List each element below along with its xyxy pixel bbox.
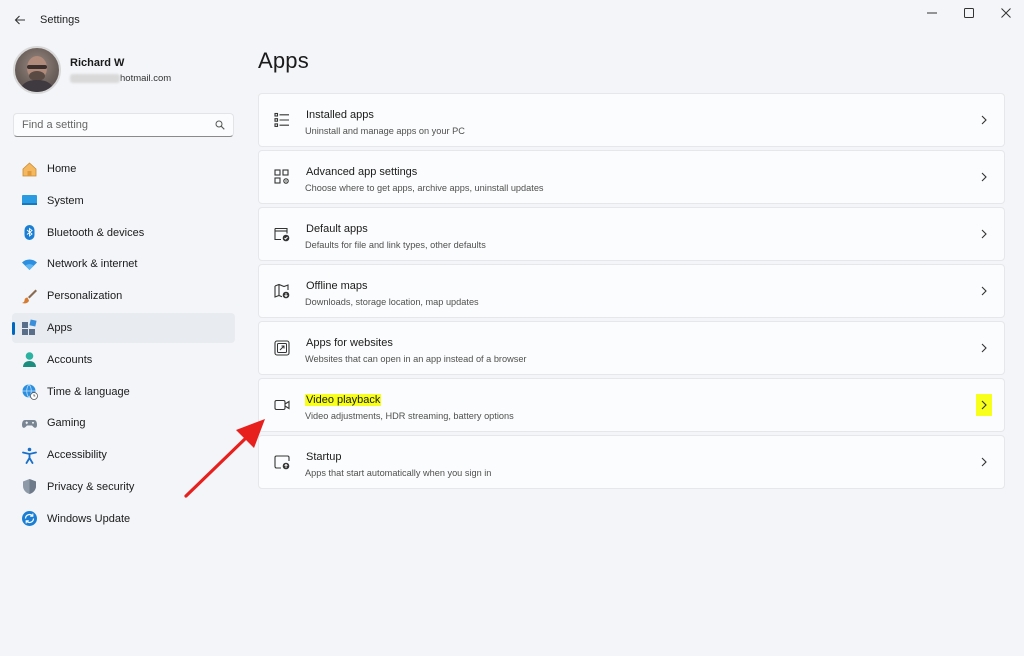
card-title: Video playback: [305, 393, 382, 406]
card-video-playback[interactable]: Video playback Video adjustments, HDR st…: [258, 378, 1005, 432]
sidebar-item-time-language[interactable]: Time & language: [12, 377, 235, 407]
shield-icon: [20, 478, 38, 496]
search-box: [13, 113, 234, 137]
minimize-icon: [926, 12, 937, 14]
card-subtitle: Downloads, storage location, map updates: [305, 296, 479, 307]
card-apps-for-websites[interactable]: Apps for websites Websites that can open…: [258, 321, 1005, 375]
sidebar-nav: Home System Bluetooth & devices Network …: [12, 154, 235, 536]
sidebar-item-label: Gaming: [47, 417, 86, 430]
sidebar-item-label: Bluetooth & devices: [47, 226, 145, 239]
chevron-right-icon: [978, 228, 990, 240]
maximize-icon: [963, 8, 974, 18]
video-camera-icon: [273, 396, 291, 414]
maximize-button[interactable]: [950, 0, 987, 26]
chevron-right-icon: [978, 342, 990, 354]
sidebar-item-apps[interactable]: Apps: [12, 312, 235, 343]
sidebar-item-network[interactable]: Network & internet: [12, 249, 235, 279]
close-button[interactable]: [987, 0, 1024, 26]
sidebar-item-label: Privacy & security: [47, 480, 135, 493]
card-subtitle: Defaults for file and link types, other …: [305, 239, 486, 250]
page-title: Apps: [258, 48, 309, 73]
search-input[interactable]: [22, 119, 215, 131]
sidebar-item-personalization[interactable]: Personalization: [12, 281, 235, 311]
globe-clock-icon: [20, 383, 38, 401]
card-title: Startup: [306, 450, 342, 463]
list-icon: [273, 111, 291, 129]
card-default-apps[interactable]: Default apps Defaults for file and link …: [258, 207, 1005, 261]
card-startup[interactable]: Startup Apps that start automatically wh…: [258, 435, 1005, 489]
close-icon: [1000, 8, 1011, 18]
brush-icon: [20, 287, 38, 305]
chevron-right-icon: [978, 285, 990, 297]
settings-card-list: Installed apps Uninstall and manage apps…: [258, 93, 1005, 492]
default-apps-icon: [273, 225, 291, 243]
map-download-icon: [273, 282, 291, 300]
card-subtitle: Apps that start automatically when you s…: [305, 467, 492, 478]
title-bar: Settings: [0, 0, 1024, 40]
sidebar-item-label: Personalization: [47, 290, 123, 303]
card-subtitle: Uninstall and manage apps on your PC: [305, 125, 465, 136]
sidebar-item-label: System: [47, 194, 84, 207]
apps-icon: [20, 319, 38, 337]
sidebar-item-label: Accounts: [47, 353, 93, 366]
sidebar-item-privacy[interactable]: Privacy & security: [12, 472, 235, 502]
email-redaction: [70, 73, 120, 83]
accounts-icon: [20, 351, 38, 369]
card-installed-apps[interactable]: Installed apps Uninstall and manage apps…: [258, 93, 1005, 147]
home-icon: [20, 160, 38, 178]
chevron-right-icon: [976, 394, 992, 416]
sidebar: Richard W hotmail.com Home System: [0, 40, 244, 656]
card-title: Apps for websites: [306, 336, 393, 349]
bluetooth-icon: [20, 224, 38, 242]
back-button[interactable]: [0, 1, 40, 39]
chevron-right-icon: [978, 171, 990, 183]
gamepad-icon: [20, 414, 38, 432]
sidebar-item-accessibility[interactable]: Accessibility: [12, 440, 235, 470]
card-offline-maps[interactable]: Offline maps Downloads, storage location…: [258, 264, 1005, 318]
accessibility-icon: [20, 446, 38, 464]
sidebar-item-accounts[interactable]: Accounts: [12, 345, 235, 375]
sidebar-item-windows-update[interactable]: Windows Update: [12, 504, 235, 534]
back-arrow-icon: [14, 15, 25, 25]
sidebar-item-system[interactable]: System: [12, 186, 235, 216]
wifi-icon: [20, 255, 38, 273]
sidebar-item-label: Accessibility: [47, 449, 107, 462]
sidebar-item-label: Home: [47, 163, 77, 175]
user-email: hotmail.com: [120, 72, 172, 84]
startup-icon: [273, 453, 291, 471]
card-title: Advanced app settings: [306, 165, 418, 178]
sidebar-item-label: Windows Update: [47, 512, 131, 525]
avatar-photo-icon: [19, 56, 55, 92]
sidebar-item-bluetooth[interactable]: Bluetooth & devices: [12, 218, 235, 248]
chevron-right-icon: [978, 114, 990, 126]
sidebar-item-label: Time & language: [47, 385, 130, 398]
app-settings-icon: [273, 168, 291, 186]
user-profile[interactable]: Richard W hotmail.com: [13, 46, 171, 94]
card-title: Default apps: [306, 222, 368, 235]
user-name: Richard W: [70, 56, 125, 69]
sidebar-item-gaming[interactable]: Gaming: [12, 408, 235, 438]
card-title: Offline maps: [306, 279, 368, 292]
system-icon: [20, 192, 38, 210]
sidebar-item-home[interactable]: Home: [12, 154, 235, 184]
minimize-button[interactable]: [913, 0, 950, 26]
sidebar-item-label: Apps: [47, 321, 73, 334]
card-advanced-app-settings[interactable]: Advanced app settings Choose where to ge…: [258, 150, 1005, 204]
window-controls: [913, 0, 1024, 26]
chevron-right-icon: [978, 456, 990, 468]
card-subtitle: Video adjustments, HDR streaming, batter…: [305, 410, 514, 421]
link-app-icon: [273, 339, 291, 357]
sidebar-item-label: Network & internet: [47, 258, 138, 271]
card-title: Installed apps: [306, 108, 374, 121]
app-title: Settings: [40, 14, 80, 26]
update-icon: [20, 510, 38, 528]
search-icon[interactable]: [215, 120, 225, 130]
card-subtitle: Choose where to get apps, archive apps, …: [305, 182, 544, 193]
card-subtitle: Websites that can open in an app instead…: [305, 353, 527, 364]
avatar: [13, 46, 61, 94]
